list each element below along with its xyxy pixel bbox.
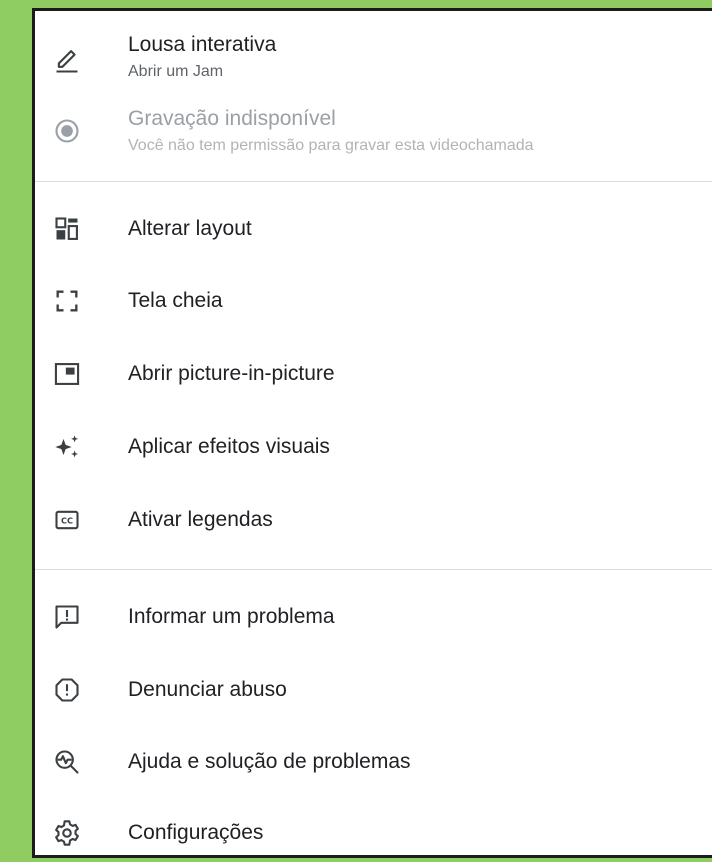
help-troubleshoot-icon xyxy=(52,747,82,777)
menu-divider xyxy=(35,569,712,570)
menu-item-picture-in-picture[interactable]: Abrir picture-in-picture xyxy=(35,352,712,396)
closed-captions-icon: CC xyxy=(52,505,82,535)
menu-item-label: Configurações xyxy=(128,821,264,844)
layout-icon xyxy=(52,214,82,244)
menu-item-help[interactable]: Ajuda e solução de problemas xyxy=(35,740,712,784)
menu-item-settings[interactable]: Configurações xyxy=(35,811,712,855)
menu-item-report-problem[interactable]: Informar um problema xyxy=(35,595,712,639)
menu-item-label: Ajuda e solução de problemas xyxy=(128,750,411,773)
report-icon xyxy=(52,675,82,705)
fullscreen-icon xyxy=(52,286,82,316)
menu-item-fullscreen[interactable]: Tela cheia xyxy=(35,279,712,323)
menu-item-report-abuse[interactable]: Denunciar abuso xyxy=(35,668,712,712)
menu-item-whiteboard[interactable]: Lousa interativa Abrir um Jam xyxy=(35,31,712,91)
svg-text:CC: CC xyxy=(61,516,73,526)
menu-item-label: Alterar layout xyxy=(128,217,252,240)
menu-item-label: Tela cheia xyxy=(128,289,223,312)
menu-item-captions[interactable]: CC Ativar legendas xyxy=(35,498,712,542)
record-icon xyxy=(52,116,82,146)
menu-item-label: Aplicar efeitos visuais xyxy=(128,435,330,458)
menu-item-label: Ativar legendas xyxy=(128,508,273,531)
feedback-icon xyxy=(52,602,82,632)
menu-item-label: Gravação indisponível xyxy=(128,107,336,130)
menu-item-label: Lousa interativa xyxy=(128,33,277,56)
menu-item-change-layout[interactable]: Alterar layout xyxy=(35,207,712,251)
more-options-menu: Lousa interativa Abrir um Jam Gravação i… xyxy=(32,8,712,858)
settings-gear-icon xyxy=(52,818,82,848)
menu-item-recording: Gravação indisponível Você não tem permi… xyxy=(35,103,712,163)
menu-item-label: Denunciar abuso xyxy=(128,678,287,701)
menu-item-visual-effects[interactable]: Aplicar efeitos visuais xyxy=(35,425,712,469)
pencil-icon xyxy=(52,46,82,76)
menu-item-label: Informar um problema xyxy=(128,605,335,628)
menu-item-sublabel: Você não tem permissão para gravar esta … xyxy=(128,137,534,154)
sparkle-icon xyxy=(52,432,82,462)
menu-divider xyxy=(35,181,712,182)
menu-item-sublabel: Abrir um Jam xyxy=(128,63,224,80)
menu-item-label: Abrir picture-in-picture xyxy=(128,362,335,385)
picture-in-picture-icon xyxy=(52,359,82,389)
